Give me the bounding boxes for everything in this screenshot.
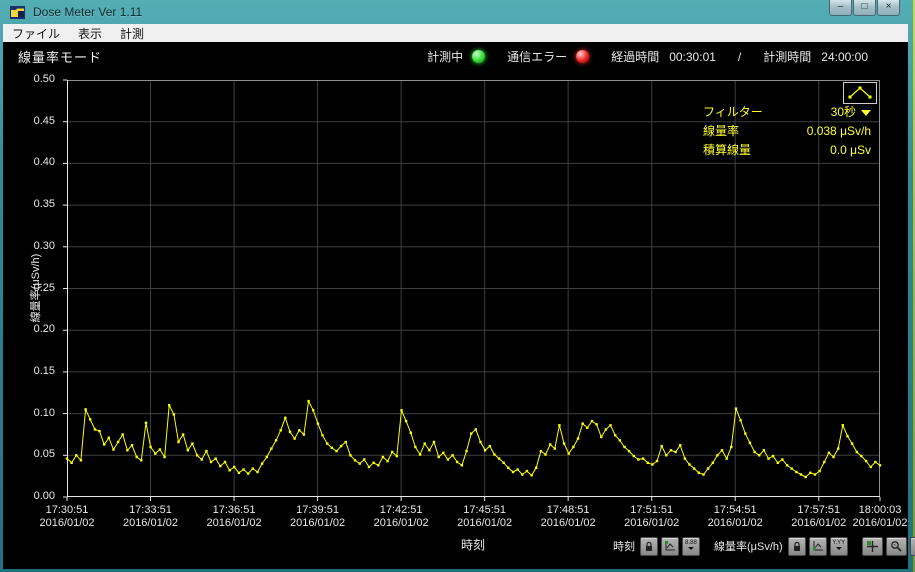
rate-format-text: Y.YY: [832, 540, 846, 546]
y-tick-label: 0.45: [33, 114, 55, 127]
rate-scale-lock-button[interactable]: [787, 536, 806, 556]
time-autoscale-button[interactable]: [661, 536, 679, 556]
x-tick-label: 17:45:51 2016/01/02: [457, 504, 513, 529]
magnifier-icon: [890, 540, 902, 552]
lock-icon: [646, 541, 652, 551]
time-format-button[interactable]: 8.88: [682, 536, 700, 556]
y-tick-label: 0.50: [33, 73, 55, 85]
elapsed-value: 00:30:01: [669, 49, 716, 64]
cumulative-dose-value: 0.0 μSv: [830, 142, 871, 157]
x-tick-label: 17:33:51 2016/01/02: [122, 504, 179, 529]
dose-rate-value: 0.038 μSv/h: [806, 123, 871, 138]
filter-value[interactable]: 30秒: [831, 103, 871, 120]
lock-icon: [793, 541, 800, 551]
client-area: 線量率モード 計測中 通信エラー 経過時間 00:30:01 / 計測時間 24…: [3, 42, 915, 569]
format-dropdown-icon: [835, 547, 842, 550]
x-tick-label: 17:48:51 2016/01/02: [540, 504, 596, 529]
time-scale-lock-button[interactable]: [640, 536, 658, 556]
y-tick-label: 0.00: [33, 490, 55, 502]
filter-label: フィルター: [703, 105, 763, 119]
rate-autoscale-button[interactable]: [808, 536, 827, 556]
x-tick-label: 17:30:51 2016/01/02: [39, 504, 95, 529]
time-scale-label: 時刻: [613, 541, 635, 553]
menu-measure[interactable]: 計測: [111, 24, 153, 43]
x-tick-label: 17:36:51 2016/01/02: [206, 504, 262, 529]
measuring-label: 計測中: [427, 50, 464, 64]
y-tick-label: 0.05: [33, 448, 55, 461]
autoscale-x-icon: [665, 541, 675, 551]
x-tick-label: 17:39:51 2016/01/02: [290, 504, 346, 529]
x-tick-labels: 17:30:51 2016/01/02 17:33:51 2016/01/02 17:3…: [39, 504, 907, 532]
close-button[interactable]: ×: [877, 0, 900, 16]
menu-view[interactable]: 表示: [69, 24, 111, 43]
readout-panel: フィルター 30秒 線量率 0.038 μSv/h 積算線量 0.0 μSv: [703, 102, 871, 159]
dose-rate-row: 線量率 0.038 μSv/h: [703, 121, 871, 140]
cumulative-dose-row: 積算線量 0.0 μSv: [703, 140, 871, 159]
autoscale-y-icon: [812, 541, 823, 551]
filter-row[interactable]: フィルター 30秒: [703, 102, 871, 121]
x-tick-label: 17:51:51 2016/01/02: [624, 504, 680, 529]
menu-file[interactable]: ファイル: [3, 24, 69, 43]
y-axis-title: 線量率(μSv/h): [30, 253, 42, 323]
x-tick-label: 18:00:03 2016/01/02: [852, 504, 908, 529]
y-tick-label: 0.10: [33, 406, 55, 419]
titlebar[interactable]: Dose Meter Ver 1.11 – □ ×: [3, 0, 908, 24]
app-icon: [10, 5, 25, 19]
mode-title: 線量率モード: [18, 50, 103, 65]
crosshair-icon: [866, 540, 878, 552]
line-style-button[interactable]: [843, 82, 877, 104]
format-dropdown-icon: [688, 547, 694, 550]
minimize-button[interactable]: –: [829, 0, 852, 16]
measuring-led-icon: [472, 50, 486, 63]
x-axis-title: 時刻: [460, 538, 485, 552]
maximize-button[interactable]: □: [853, 0, 876, 16]
window-title: Dose Meter Ver 1.11: [33, 5, 143, 19]
rate-format-button[interactable]: Y.YY: [829, 536, 848, 556]
dose-rate-label: 線量率: [703, 124, 740, 138]
zoom-tool-button[interactable]: [885, 536, 907, 556]
elapsed-label: 経過時間: [611, 50, 660, 64]
dropdown-arrow-icon: [861, 109, 871, 116]
menubar: ファイル 表示 計測: [3, 24, 908, 42]
line-style-icon: [848, 86, 872, 99]
graph-toolbar: 時刻 8.88 線量率(μSv/h) Y.YY: [613, 536, 915, 556]
status-row: 計測中 通信エラー 経過時間 00:30:01 / 計測時間 24:00:00: [427, 48, 868, 65]
cumulative-dose-label: 積算線量: [703, 143, 752, 157]
y-tick-label: 0.35: [33, 198, 55, 211]
rate-scale-label: 線量率(μSv/h): [714, 541, 783, 553]
pan-tool-button[interactable]: [909, 536, 915, 556]
total-time-value: 24:00:00: [821, 49, 868, 64]
app-window: Dose Meter Ver 1.11 – □ × ファイル 表示 計測 線量率…: [0, 0, 915, 572]
x-tick-label: 17:54:51 2016/01/02: [707, 504, 763, 529]
cursor-tool-button[interactable]: [861, 536, 883, 556]
comm-error-label: 通信エラー: [507, 50, 568, 64]
time-format-text: 8.88: [685, 540, 697, 546]
total-time-label: 計測時間: [763, 50, 812, 64]
time-separator: /: [737, 49, 742, 64]
y-tick-label: 0.40: [33, 156, 55, 169]
x-tick-label: 17:42:51 2016/01/02: [373, 504, 429, 529]
y-tick-label: 0.15: [33, 364, 55, 377]
comm-error-led-icon: [576, 50, 590, 63]
